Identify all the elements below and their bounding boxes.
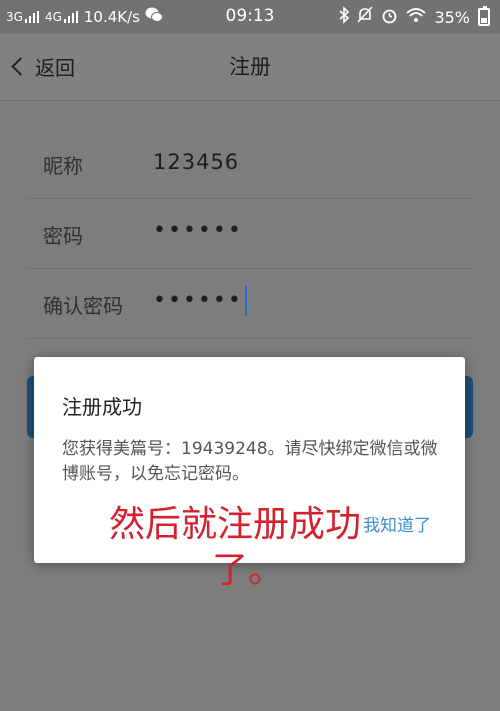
battery-percent: 35% (434, 7, 470, 27)
password-field[interactable]: •••••• (153, 218, 243, 243)
text-cursor (245, 286, 247, 316)
dialog-message: 您获得美篇号：19439248。请尽快绑定微信或微博账号，以免忘记密码。 (62, 439, 438, 484)
battery-icon (478, 6, 490, 26)
nickname-field[interactable]: 123456 (153, 150, 239, 174)
annotation-line-2: 了。 (212, 550, 285, 591)
dialog-title: 注册成功 (62, 395, 142, 419)
nav-bar: 返回 注册 (0, 34, 500, 101)
password-row[interactable]: 密码 •••••• (27, 198, 473, 269)
alarm-icon (381, 7, 398, 28)
password-label: 密码 (43, 224, 83, 248)
nickname-label: 昵称 (43, 154, 83, 178)
got-it-button[interactable]: 我知道了 (363, 511, 431, 536)
mute-icon (357, 6, 374, 28)
annotation-line-1: 然后就注册成功 (109, 504, 362, 545)
status-bar: 3G 4G 10.4K/s 09:13 35% (0, 0, 500, 34)
status-right: 35% (339, 6, 490, 28)
page-title: 注册 (229, 55, 271, 79)
confirm-password-field[interactable]: •••••• (153, 288, 243, 313)
nickname-row[interactable]: 昵称 123456 (27, 128, 473, 199)
confirm-password-label: 确认密码 (43, 294, 123, 318)
wifi-icon (406, 7, 427, 27)
confirm-password-row[interactable]: 确认密码 •••••• (27, 268, 473, 339)
bluetooth-icon (339, 6, 350, 28)
